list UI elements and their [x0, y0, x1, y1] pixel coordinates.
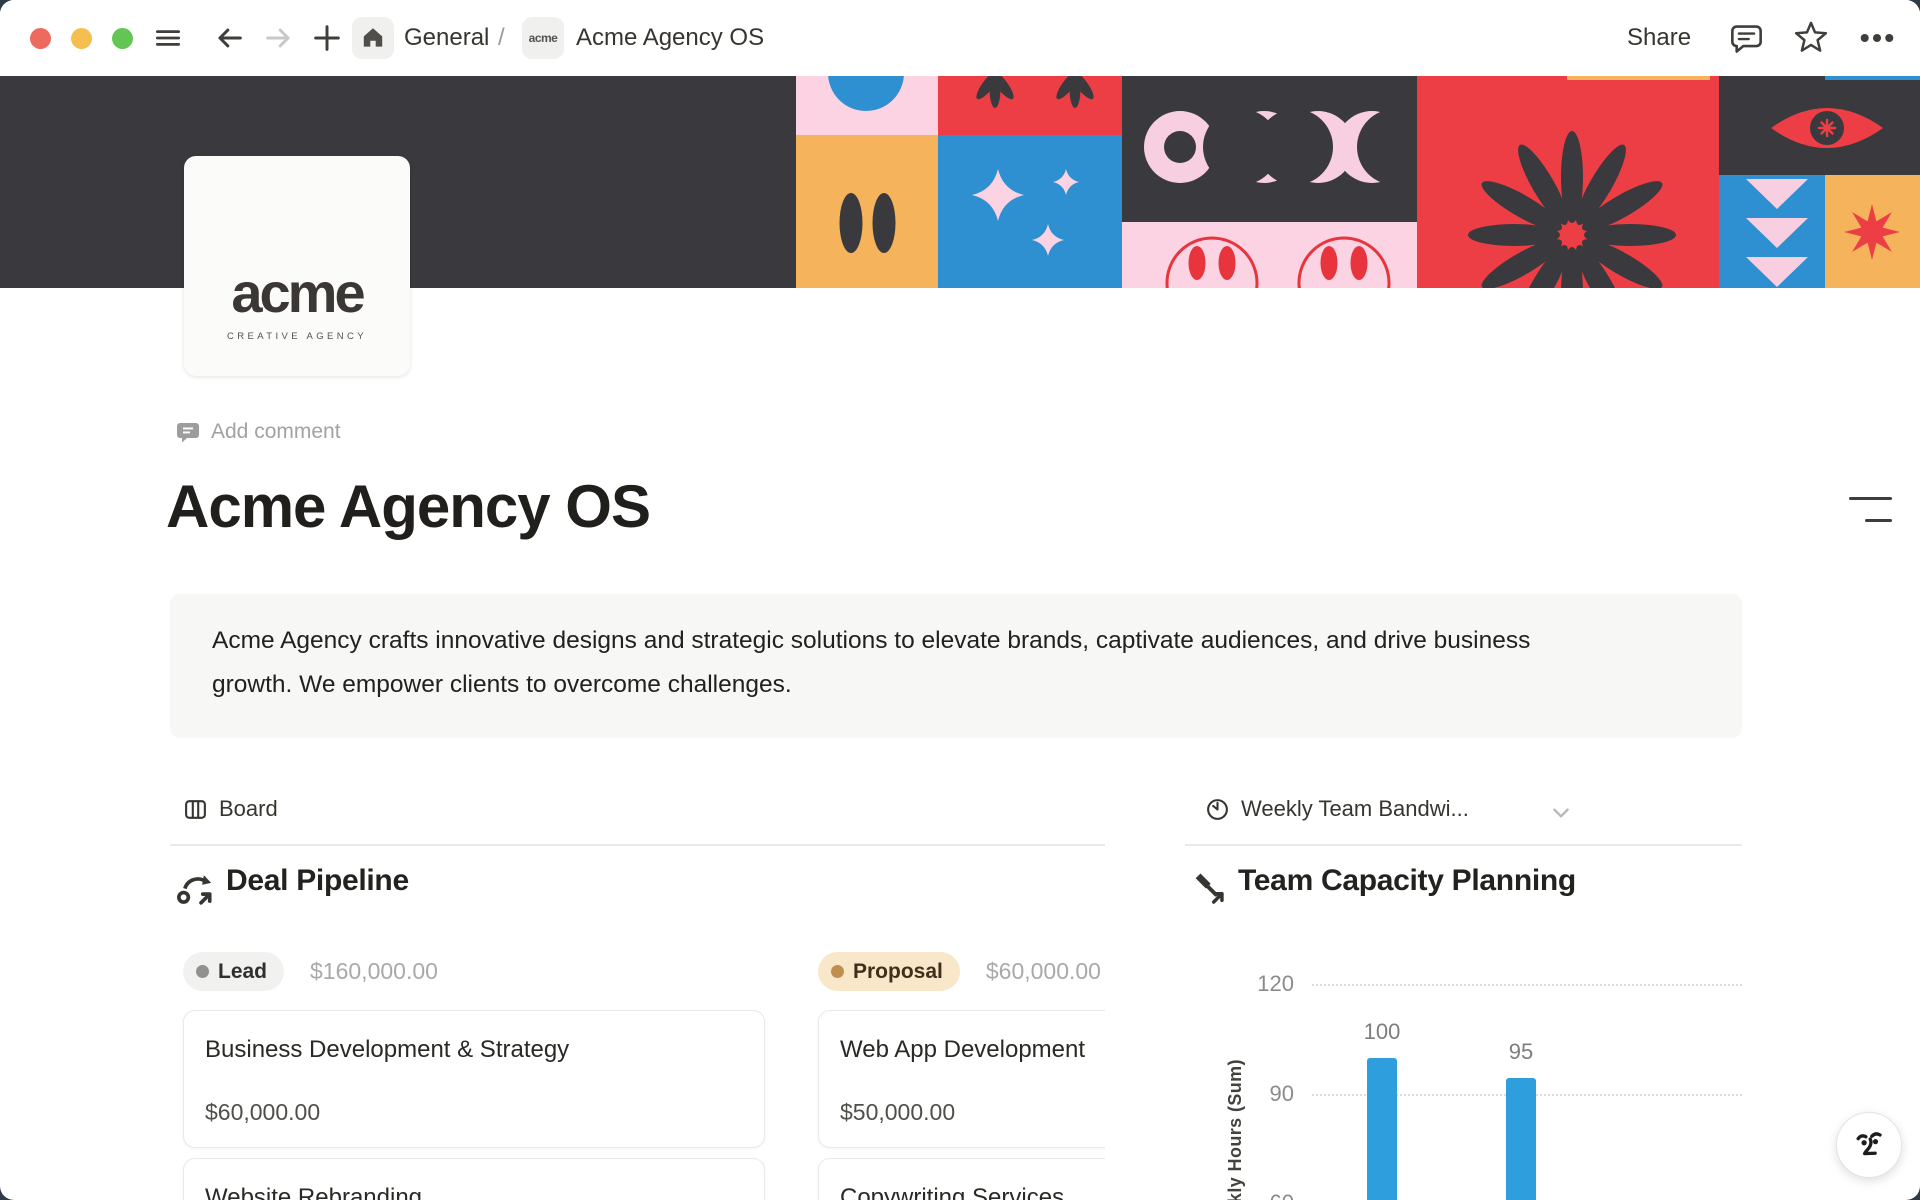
status-label: Lead [218, 960, 267, 984]
back-arrow-icon [212, 21, 246, 55]
kanban-card[interactable]: Website Rebranding [183, 1158, 765, 1200]
card-title: Business Development & Strategy [205, 1036, 743, 1064]
tile-dark-eye [1719, 76, 1920, 175]
tile-red-leaves [938, 76, 1122, 135]
kanban-board: Lead $160,000.00 Business Development & … [170, 940, 1105, 1200]
share-button[interactable]: Share [1627, 0, 1691, 76]
team-capacity-title: Team Capacity Planning [1238, 864, 1576, 898]
status-dot [831, 965, 844, 978]
ai-face-icon [1848, 1124, 1890, 1166]
bar-value-label: 100 [1352, 1019, 1412, 1045]
favorite-button[interactable] [1792, 0, 1830, 76]
tile-orange-star [1825, 175, 1920, 288]
team-capacity-heading[interactable]: Team Capacity Planning [1190, 864, 1576, 905]
plus-icon [310, 21, 344, 55]
home-breadcrumb-chip[interactable] [352, 0, 394, 76]
page-icon-text: acme [529, 31, 558, 45]
capacity-section-divider [1185, 844, 1742, 846]
linked-hammer-icon [1190, 869, 1226, 905]
forward-button[interactable] [262, 0, 296, 76]
card-title: Website Rebranding [205, 1184, 743, 1200]
breadcrumb-root[interactable]: General [404, 0, 489, 76]
tile-dark-oddc [1122, 76, 1433, 222]
kanban-card[interactable]: Web App Development $50,000.00 [818, 1010, 1105, 1148]
tile-orange-eyes [796, 135, 938, 288]
tile-pink-smileys [1122, 222, 1417, 288]
tab-board-view[interactable]: Board [183, 796, 278, 822]
notion-ai-button[interactable] [1836, 1112, 1902, 1178]
new-tab-button[interactable] [310, 0, 344, 76]
page-title[interactable]: Acme Agency OS [166, 472, 650, 541]
chevron-down-icon[interactable] [1550, 802, 1572, 824]
deal-pipeline-heading[interactable]: Deal Pipeline [176, 864, 409, 906]
add-comment-button[interactable]: Add comment [176, 420, 341, 444]
bar-week-2[interactable] [1506, 1078, 1536, 1200]
sidebar-menu-button[interactable] [152, 0, 184, 76]
gridline-120 [1312, 984, 1742, 986]
bar-week-1[interactable] [1367, 1058, 1397, 1200]
column-rollup-sum: $160,000.00 [310, 958, 438, 985]
deal-pipeline-title: Deal Pipeline [226, 864, 409, 898]
hamburger-icon [152, 22, 184, 54]
card-title: Web App Development [840, 1036, 1105, 1064]
status-badge-proposal[interactable]: Proposal [818, 952, 960, 991]
breadcrumb-separator: / [498, 0, 505, 76]
column-rollup-sum: $60,000.00 [986, 958, 1101, 985]
status-badge-lead[interactable]: Lead [183, 952, 284, 991]
comment-icon [1728, 20, 1765, 57]
zoom-window-button[interactable] [112, 28, 133, 49]
breadcrumb-page-label: Acme Agency OS [576, 24, 764, 52]
comments-button[interactable] [1728, 0, 1765, 76]
home-icon [360, 25, 386, 51]
description-callout[interactable]: Acme Agency crafts innovative designs an… [170, 594, 1742, 738]
status-dot [196, 965, 209, 978]
logo-wordmark: acme [231, 265, 362, 321]
breadcrumb-page[interactable]: Acme Agency OS [576, 0, 764, 76]
tile-red-flower [1417, 76, 1719, 288]
board-section-divider [170, 844, 1105, 846]
page-icon-chip[interactable]: acme [522, 0, 564, 76]
status-label: Proposal [853, 960, 943, 984]
kanban-column-proposal-header: Proposal $60,000.00 [818, 952, 1101, 991]
forward-arrow-icon [262, 21, 296, 55]
card-amount: $50,000.00 [840, 1099, 955, 1126]
tile-blue-triangles [1719, 175, 1825, 288]
chart-y-axis-title: Weekly Hours (Sum) [1225, 1050, 1249, 1200]
bar-value-label: 95 [1491, 1039, 1551, 1065]
card-amount: $60,000.00 [205, 1099, 320, 1126]
kanban-card[interactable]: Copywriting Services [818, 1158, 1105, 1200]
y-tick-90: 90 [1230, 1081, 1294, 1107]
tile-pink-blue-circle [796, 76, 938, 135]
linked-pipeline-icon [176, 868, 214, 906]
close-window-button[interactable] [30, 28, 51, 49]
ellipsis-icon [1858, 19, 1896, 57]
add-comment-label: Add comment [211, 420, 341, 444]
more-options-button[interactable] [1858, 0, 1896, 76]
board-tab-label: Board [219, 796, 278, 822]
share-label: Share [1627, 24, 1691, 52]
star-icon [1792, 19, 1830, 57]
card-title: Copywriting Services [840, 1184, 1105, 1200]
y-tick-120: 120 [1230, 971, 1294, 997]
view-label: Weekly Team Bandwi... [1241, 796, 1469, 822]
description-text: Acme Agency crafts innovative designs an… [212, 619, 1592, 707]
breadcrumb-root-label: General [404, 24, 489, 52]
window-controls [30, 28, 133, 49]
app-window: General / acme Acme Agency OS Share [0, 0, 1920, 1200]
logo-tagline: CREATIVE AGENCY [227, 331, 367, 342]
kanban-card[interactable]: Business Development & Strategy $60,000.… [183, 1010, 765, 1148]
kanban-column-lead-header: Lead $160,000.00 [183, 952, 438, 991]
board-view-icon [183, 797, 208, 822]
topbar: General / acme Acme Agency OS Share [0, 0, 1920, 76]
clock-icon [1205, 797, 1230, 822]
page-icon-logo-card[interactable]: acme CREATIVE AGENCY [184, 156, 410, 376]
table-of-contents-indicator[interactable] [1849, 497, 1892, 522]
tile-blue-sparkles [938, 135, 1122, 288]
view-selector-weekly-bandwidth[interactable]: Weekly Team Bandwi... [1205, 796, 1469, 822]
y-tick-60: 60 [1230, 1190, 1294, 1200]
minimize-window-button[interactable] [71, 28, 92, 49]
back-button[interactable] [212, 0, 246, 76]
comment-bubble-icon [176, 420, 200, 444]
